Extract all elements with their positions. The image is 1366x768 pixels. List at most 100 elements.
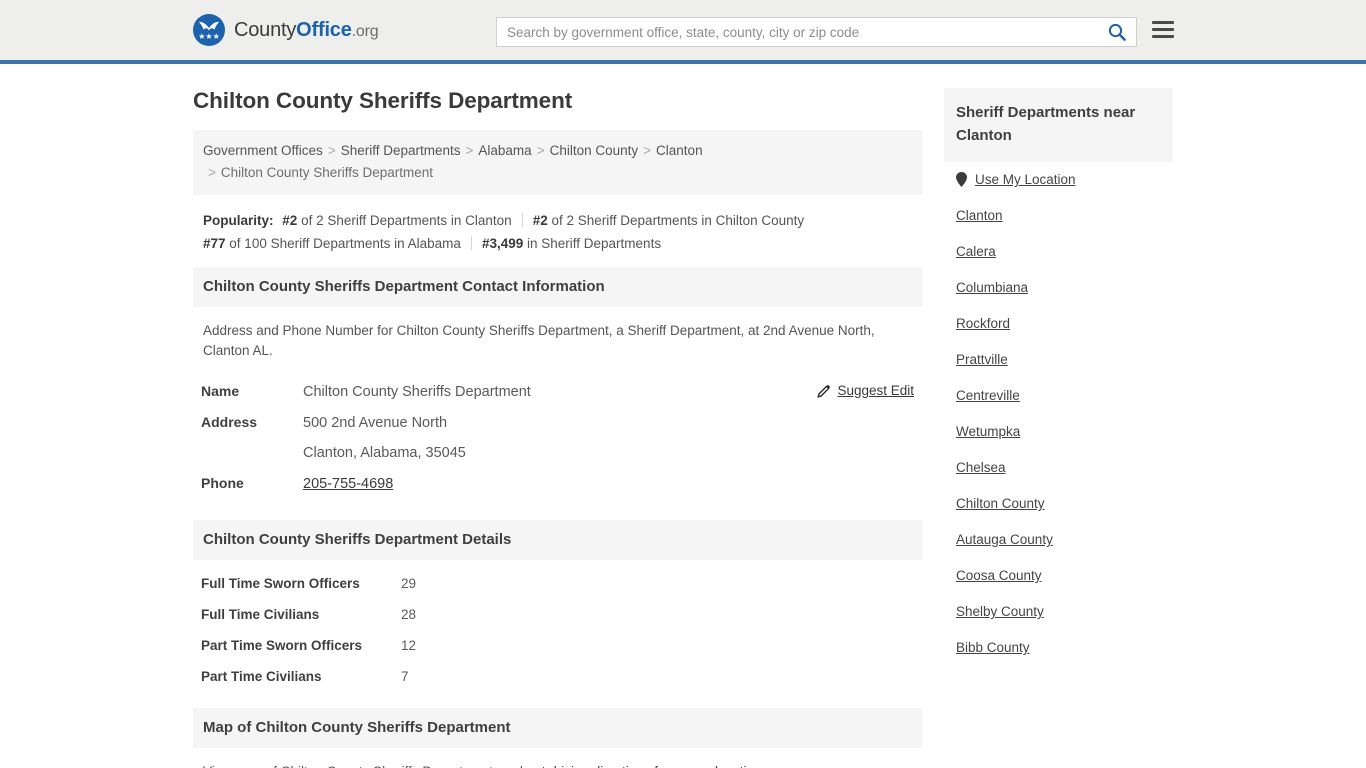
sidebar-link[interactable]: Clanton (956, 208, 1003, 223)
detail-row: Full Time Civilians 28 (193, 607, 922, 622)
breadcrumb-separator-icon: > (536, 143, 545, 158)
contact-info-table: Suggest Edit Name Chilton County Sheriff… (193, 383, 922, 492)
sidebar-link[interactable]: Autauga County (956, 532, 1053, 547)
sidebar-item-shelby-county[interactable]: Shelby County (944, 604, 1173, 619)
breadcrumb-separator-icon: > (327, 143, 336, 158)
sidebar-link[interactable]: Bibb County (956, 640, 1030, 655)
contact-row-value: Clanton, Alabama, 35045 (303, 445, 466, 461)
use-my-location-link[interactable]: Use My Location (975, 172, 1076, 187)
hamburger-menu-icon[interactable] (1152, 21, 1174, 38)
countyoffice-logo-icon: ★★★ (193, 14, 225, 46)
popularity-section: Popularity: #2 of 2 Sheriff Departments … (193, 195, 922, 267)
popularity-rank: #77 (203, 236, 226, 251)
detail-label: Full Time Sworn Officers (201, 576, 360, 591)
popularity-divider (521, 213, 523, 227)
sidebar-item-use-my-location[interactable]: Use My Location (944, 172, 1173, 187)
breadcrumb-item-chilton-county[interactable]: Chilton County (550, 143, 639, 158)
suggest-edit-link[interactable]: Suggest Edit (817, 383, 914, 398)
sidebar-link[interactable]: Centreville (956, 388, 1020, 403)
hamburger-bar (1152, 21, 1174, 24)
detail-row: Part Time Sworn Officers 12 (193, 638, 922, 653)
map-text-after: . (762, 764, 766, 768)
breadcrumb-separator-icon: > (465, 143, 474, 158)
detail-row: Full Time Sworn Officers 29 (193, 576, 922, 591)
sidebar-item-bibb-county[interactable]: Bibb County (944, 640, 1173, 655)
logo-text-office: Office (296, 18, 352, 41)
sidebar-link[interactable]: Columbiana (956, 280, 1028, 295)
sidebar-link[interactable]: Chilton County (956, 496, 1045, 511)
sidebar-link[interactable]: Calera (956, 244, 996, 259)
sidebar-item-autauga-county[interactable]: Autauga County (944, 532, 1173, 547)
site-header: ★★★ CountyOffice.org (0, 0, 1366, 64)
contact-row-value: Chilton County Sheriffs Department (303, 384, 531, 400)
sidebar-item-coosa-county[interactable]: Coosa County (944, 568, 1173, 583)
sidebar-link[interactable]: Wetumpka (956, 424, 1020, 439)
driving-directions-link[interactable]: get driving directions from your locatio… (527, 764, 762, 768)
map-section-heading: Map of Chilton County Sheriffs Departmen… (193, 708, 922, 748)
logo-text-org: .org (351, 22, 379, 40)
search-input[interactable] (497, 18, 1098, 46)
popularity-rank: #2 (282, 213, 298, 228)
page-container: Chilton County Sheriffs Department Gover… (0, 64, 1366, 768)
hamburger-bar (1152, 35, 1174, 38)
search-icon (1108, 23, 1126, 41)
breadcrumb-item-alabama[interactable]: Alabama (478, 143, 531, 158)
breadcrumb: Government Offices > Sheriff Departments > A… (193, 130, 922, 195)
contact-row-address-city: Clanton, Alabama, 35045 (193, 445, 922, 461)
contact-row-name: Name Chilton County Sheriffs Department (193, 383, 922, 400)
search-bar[interactable] (496, 17, 1137, 47)
sidebar-item-wetumpka[interactable]: Wetumpka (944, 424, 1173, 439)
sidebar-link[interactable]: Prattville (956, 352, 1008, 367)
search-button[interactable] (1098, 18, 1136, 46)
map-pin-icon (956, 172, 967, 187)
sidebar-item-prattville[interactable]: Prattville (944, 352, 1173, 367)
detail-label: Part Time Civilians (201, 669, 322, 684)
map-description: View map of Chilton County Sheriffs Depa… (193, 748, 922, 768)
site-logo-link[interactable]: ★★★ CountyOffice.org (193, 14, 379, 46)
suggest-edit-label[interactable]: Suggest Edit (837, 383, 914, 398)
sidebar-link[interactable]: Rockford (956, 316, 1010, 331)
sidebar-link[interactable]: Chelsea (956, 460, 1006, 475)
phone-link[interactable]: 205-755-4698 (303, 476, 393, 492)
sidebar-heading: Sheriff Departments near Clanton (944, 88, 1173, 162)
breadcrumb-item-government-offices[interactable]: Government Offices (203, 143, 323, 158)
popularity-item: #77 of 100 Sheriff Departments in Alabam… (203, 236, 461, 251)
details-section-heading: Chilton County Sheriffs Department Detai… (193, 520, 922, 560)
popularity-text: of 2 Sheriff Departments in Clanton (301, 213, 512, 228)
popularity-item: #3,499 in Sheriff Departments (482, 236, 661, 251)
sidebar-link[interactable]: Coosa County (956, 568, 1042, 583)
breadcrumb-item-clanton[interactable]: Clanton (656, 143, 703, 158)
contact-description: Address and Phone Number for Chilton Cou… (203, 323, 875, 358)
map-text-before: View map of Chilton County Sheriffs Depa… (203, 764, 527, 768)
detail-value: 29 (401, 576, 417, 591)
site-logo-text: CountyOffice.org (234, 18, 379, 42)
detail-label: Full Time Civilians (201, 607, 320, 622)
edit-pencil-icon (817, 384, 831, 398)
popularity-item: #2 of 2 Sheriff Departments in Chilton C… (533, 213, 804, 228)
page-title: Chilton County Sheriffs Department (193, 88, 573, 113)
popularity-rank: #2 (532, 213, 548, 228)
sidebar-item-centreville[interactable]: Centreville (944, 388, 1173, 403)
detail-label: Part Time Sworn Officers (201, 638, 363, 653)
logo-text-county: County (234, 18, 297, 41)
breadcrumb-current: Chilton County Sheriffs Department (220, 165, 433, 180)
detail-value: 28 (401, 607, 417, 622)
hamburger-bar (1152, 28, 1174, 31)
sidebar-item-columbiana[interactable]: Columbiana (944, 280, 1173, 295)
popularity-text: of 100 Sheriff Departments in Alabama (229, 236, 461, 251)
details-table: Full Time Sworn Officers 29 Full Time Ci… (193, 560, 922, 708)
detail-row: Part Time Civilians 7 (193, 669, 922, 684)
sidebar-link[interactable]: Shelby County (956, 604, 1044, 619)
sidebar-item-rockford[interactable]: Rockford (944, 316, 1173, 331)
sidebar: Sheriff Departments near Clanton Use My … (944, 64, 1173, 768)
sidebar-item-chilton-county[interactable]: Chilton County (944, 496, 1173, 511)
sidebar-item-clanton[interactable]: Clanton (944, 208, 1173, 223)
sidebar-item-calera[interactable]: Calera (944, 244, 1173, 259)
contact-row-label: Phone (201, 475, 244, 491)
contact-row-label: Name (201, 383, 240, 399)
sidebar-list: Use My Location Clanton Calera Columbian… (944, 162, 1173, 655)
logo-stars-icon: ★★★ (198, 32, 220, 41)
popularity-item: #2 of 2 Sheriff Departments in Clanton (282, 213, 511, 228)
breadcrumb-item-sheriff-departments[interactable]: Sheriff Departments (341, 143, 461, 158)
sidebar-item-chelsea[interactable]: Chelsea (944, 460, 1173, 475)
